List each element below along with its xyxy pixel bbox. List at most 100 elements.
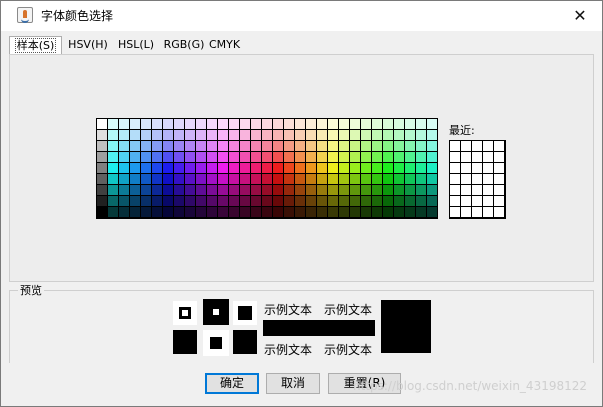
swatch[interactable]	[328, 174, 338, 184]
swatch[interactable]	[295, 152, 305, 162]
swatch[interactable]	[185, 185, 195, 195]
swatch[interactable]	[130, 119, 140, 129]
swatch[interactable]	[207, 163, 217, 173]
swatch[interactable]	[306, 163, 316, 173]
swatch[interactable]	[196, 207, 206, 217]
swatch[interactable]	[262, 119, 272, 129]
swatch[interactable]	[218, 141, 228, 151]
swatch[interactable]	[262, 196, 272, 206]
swatch[interactable]	[394, 163, 404, 173]
swatch[interactable]	[119, 152, 129, 162]
swatch[interactable]	[185, 174, 195, 184]
swatch[interactable]	[416, 152, 426, 162]
recent-swatch[interactable]	[472, 207, 482, 217]
swatch[interactable]	[163, 130, 173, 140]
swatch[interactable]	[141, 152, 151, 162]
swatch[interactable]	[284, 130, 294, 140]
swatch[interactable]	[163, 196, 173, 206]
recent-swatch[interactable]	[450, 141, 460, 151]
recent-swatch[interactable]	[461, 185, 471, 195]
swatch[interactable]	[372, 152, 382, 162]
swatch[interactable]	[196, 152, 206, 162]
swatch[interactable]	[427, 141, 437, 151]
tab-cmyk[interactable]: CMYK	[209, 36, 240, 54]
swatch[interactable]	[97, 163, 107, 173]
swatch[interactable]	[339, 185, 349, 195]
swatch[interactable]	[108, 141, 118, 151]
swatch[interactable]	[262, 152, 272, 162]
swatch[interactable]	[130, 185, 140, 195]
swatch[interactable]	[97, 174, 107, 184]
swatch[interactable]	[119, 130, 129, 140]
swatch[interactable]	[262, 207, 272, 217]
swatch[interactable]	[218, 196, 228, 206]
swatch[interactable]	[273, 207, 283, 217]
swatch[interactable]	[97, 207, 107, 217]
swatch[interactable]	[394, 119, 404, 129]
swatch[interactable]	[361, 130, 371, 140]
swatch[interactable]	[273, 174, 283, 184]
swatch[interactable]	[317, 207, 327, 217]
swatch[interactable]	[152, 196, 162, 206]
swatch[interactable]	[427, 152, 437, 162]
swatch[interactable]	[207, 119, 217, 129]
swatch[interactable]	[339, 119, 349, 129]
swatch[interactable]	[284, 141, 294, 151]
swatch[interactable]	[405, 185, 415, 195]
swatch[interactable]	[306, 174, 316, 184]
swatch[interactable]	[427, 130, 437, 140]
swatch[interactable]	[163, 163, 173, 173]
swatch[interactable]	[119, 207, 129, 217]
swatch[interactable]	[350, 207, 360, 217]
swatch[interactable]	[185, 152, 195, 162]
swatch[interactable]	[328, 119, 338, 129]
swatch[interactable]	[284, 207, 294, 217]
recent-swatch[interactable]	[472, 141, 482, 151]
swatch[interactable]	[394, 174, 404, 184]
recent-swatch[interactable]	[483, 152, 493, 162]
swatch[interactable]	[119, 196, 129, 206]
recent-swatch[interactable]	[494, 141, 504, 151]
swatch[interactable]	[361, 207, 371, 217]
swatch[interactable]	[185, 119, 195, 129]
swatch[interactable]	[119, 141, 129, 151]
swatch[interactable]	[251, 152, 261, 162]
swatch[interactable]	[108, 207, 118, 217]
swatch[interactable]	[218, 163, 228, 173]
swatch[interactable]	[372, 163, 382, 173]
swatch[interactable]	[383, 119, 393, 129]
swatch[interactable]	[416, 130, 426, 140]
swatch[interactable]	[361, 196, 371, 206]
recent-swatch[interactable]	[450, 174, 460, 184]
swatch[interactable]	[328, 207, 338, 217]
swatch[interactable]	[174, 174, 184, 184]
swatch[interactable]	[295, 119, 305, 129]
recent-swatch[interactable]	[450, 163, 460, 173]
swatch[interactable]	[174, 196, 184, 206]
swatch[interactable]	[262, 141, 272, 151]
recent-swatch[interactable]	[461, 196, 471, 206]
tab-swatches[interactable]: 样本(S)	[9, 36, 62, 54]
swatch[interactable]	[196, 174, 206, 184]
swatch[interactable]	[163, 207, 173, 217]
swatch[interactable]	[163, 119, 173, 129]
swatch[interactable]	[130, 174, 140, 184]
swatch[interactable]	[284, 152, 294, 162]
swatch[interactable]	[251, 163, 261, 173]
swatch[interactable]	[218, 174, 228, 184]
swatch[interactable]	[130, 207, 140, 217]
tab-rgb[interactable]: RGB(G)	[161, 36, 207, 54]
swatch[interactable]	[207, 141, 217, 151]
swatch[interactable]	[394, 207, 404, 217]
recent-swatch[interactable]	[483, 185, 493, 195]
swatch[interactable]	[383, 130, 393, 140]
swatch[interactable]	[251, 207, 261, 217]
swatch[interactable]	[207, 196, 217, 206]
swatch[interactable]	[317, 163, 327, 173]
recent-swatch[interactable]	[472, 152, 482, 162]
swatch[interactable]	[207, 185, 217, 195]
swatch[interactable]	[306, 119, 316, 129]
recent-swatch[interactable]	[450, 207, 460, 217]
swatch[interactable]	[163, 141, 173, 151]
swatch[interactable]	[262, 185, 272, 195]
